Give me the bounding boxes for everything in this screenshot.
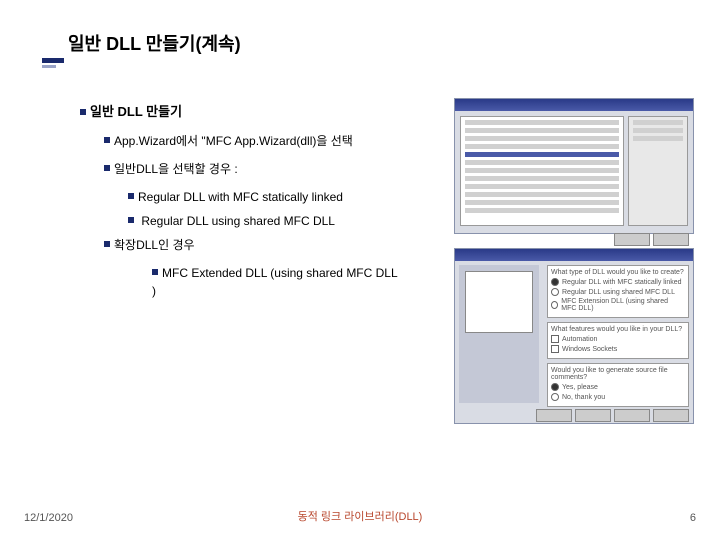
cancel-button[interactable]	[653, 233, 689, 246]
bullet-lv2: 일반DLL을 선택할 경우 :	[104, 160, 400, 178]
preview-pane	[459, 265, 539, 403]
text: Regular DLL using shared MFC DLL	[562, 289, 675, 296]
bullet-icon	[104, 137, 110, 143]
slide-title: 일반 DLL 만들기(계속)	[68, 30, 241, 56]
title-area: 일반 DLL 만들기(계속)	[68, 30, 241, 56]
screenshot-appwizard: What type of DLL would you like to creat…	[454, 248, 694, 424]
comments-group: Would you like to generate source file c…	[547, 363, 689, 407]
bullet-lv3: Regular DLL with MFC statically linked	[128, 188, 400, 206]
checkbox-icon	[551, 335, 559, 343]
text: App.Wizard에서 "MFC App.Wizard(dll)을 선택	[114, 134, 353, 148]
text: Automation	[562, 336, 597, 343]
bullet-icon	[128, 193, 134, 199]
bullet-lv3: Regular DLL using shared MFC DLL	[128, 212, 400, 230]
text: MFC Extended DLL (using shared MFC DLL )	[152, 266, 397, 298]
options-pane: What type of DLL would you like to creat…	[543, 261, 693, 407]
finish-button[interactable]	[614, 409, 650, 422]
text: Regular DLL using shared MFC DLL	[138, 214, 335, 228]
bullet-icon	[104, 241, 110, 247]
ok-button[interactable]	[614, 233, 650, 246]
radio-icon	[551, 301, 558, 309]
slide: 일반 DLL 만들기(계속) 일반 DLL 만들기 App.Wizard에서 "…	[0, 0, 720, 540]
type-list	[460, 116, 624, 226]
title-accent	[42, 65, 56, 68]
footer-title: 동적 링크 라이브러리(DLL)	[0, 508, 720, 524]
cancel-button[interactable]	[653, 409, 689, 422]
text: Regular DLL with MFC statically linked	[138, 190, 343, 204]
radio-icon	[551, 393, 559, 401]
checkbox-option[interactable]: Automation	[551, 335, 685, 343]
radio-option[interactable]: Regular DLL with MFC statically linked	[551, 278, 685, 286]
radio-icon	[551, 288, 559, 296]
body-text: 일반 DLL 만들기 App.Wizard에서 "MFC App.Wizard(…	[80, 102, 400, 306]
button-row	[455, 407, 693, 424]
bullet-lv1: 일반 DLL 만들기	[80, 102, 400, 122]
radio-icon	[551, 278, 559, 286]
radio-option[interactable]: Regular DLL using shared MFC DLL	[551, 288, 685, 296]
group-label: What features would you like in your DLL…	[551, 326, 685, 333]
bullet-lv3: MFC Extended DLL (using shared MFC DLL )	[152, 264, 400, 300]
screenshot-new-dialog	[454, 98, 694, 234]
text: 일반DLL을 선택할 경우 :	[114, 162, 238, 176]
titlebar	[455, 99, 693, 111]
title-accent	[42, 58, 64, 63]
back-button[interactable]	[536, 409, 572, 422]
next-button[interactable]	[575, 409, 611, 422]
radio-icon	[551, 383, 559, 391]
text: No, thank you	[562, 394, 605, 401]
bullet-lv2: 확장DLL인 경우	[104, 236, 400, 254]
radio-option[interactable]: No, thank you	[551, 393, 685, 401]
group-label: Would you like to generate source file c…	[551, 367, 685, 381]
bullet-lv2: App.Wizard에서 "MFC App.Wizard(dll)을 선택	[104, 132, 400, 150]
options-panel	[628, 116, 688, 226]
dialog-body	[455, 111, 693, 231]
radio-option[interactable]: Yes, please	[551, 383, 685, 391]
button-row	[455, 231, 693, 248]
bullet-icon	[152, 269, 158, 275]
text: Yes, please	[562, 384, 598, 391]
checkbox-icon	[551, 345, 559, 353]
bullet-icon	[104, 165, 110, 171]
text: Windows Sockets	[562, 346, 617, 353]
text: 일반 DLL 만들기	[90, 104, 182, 119]
page-number: 6	[690, 512, 696, 524]
bullet-icon	[128, 217, 134, 223]
checkbox-option[interactable]: Windows Sockets	[551, 345, 685, 353]
bullet-icon	[80, 109, 86, 115]
dll-type-group: What type of DLL would you like to creat…	[547, 265, 689, 318]
text: 확장DLL인 경우	[114, 238, 195, 252]
text: MFC Extension DLL (using shared MFC DLL)	[561, 298, 685, 312]
titlebar	[455, 249, 693, 261]
features-group: What features would you like in your DLL…	[547, 322, 689, 359]
radio-option[interactable]: MFC Extension DLL (using shared MFC DLL)	[551, 298, 685, 312]
group-label: What type of DLL would you like to creat…	[551, 269, 685, 276]
text: Regular DLL with MFC statically linked	[562, 279, 682, 286]
